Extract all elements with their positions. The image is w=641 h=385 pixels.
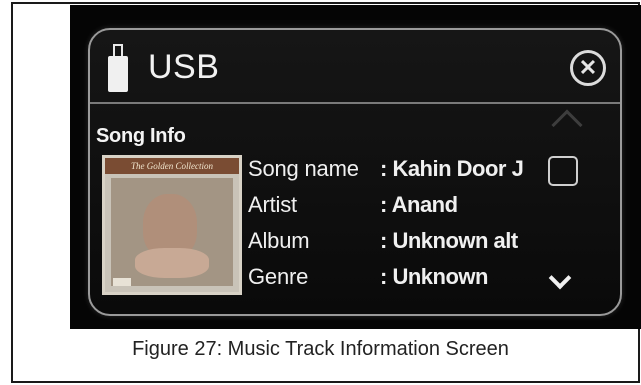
screen-photo: USB ✕ Song Info The Golden Collection So… <box>70 5 641 329</box>
track-value: : Unknown <box>380 264 488 289</box>
usb-icon <box>108 44 128 94</box>
track-label: Song name <box>248 156 359 181</box>
figure-caption: Figure 27: Music Track Information Scree… <box>132 338 509 360</box>
panel-title: USB <box>148 48 220 86</box>
scroll-up-icon[interactable] <box>551 109 583 141</box>
checkbox-icon[interactable] <box>548 156 578 186</box>
track-label: Genre <box>248 264 309 289</box>
album-art: The Golden Collection <box>102 155 242 295</box>
usb-song-info-panel: USB ✕ Song Info The Golden Collection So… <box>88 28 622 316</box>
scroll-down-icon[interactable] <box>548 266 572 290</box>
track-value: : Unknown alt <box>380 228 518 253</box>
panel-header: USB ✕ <box>90 30 620 104</box>
track-value: : Kahin Door J <box>380 156 524 181</box>
track-value: : Anand <box>380 192 458 217</box>
album-art-band-text: The Golden Collection <box>131 161 213 171</box>
track-label: Album <box>248 228 310 253</box>
close-icon[interactable]: ✕ <box>570 50 606 86</box>
track-label: Artist <box>248 192 297 217</box>
section-title: Song Info <box>96 125 186 147</box>
